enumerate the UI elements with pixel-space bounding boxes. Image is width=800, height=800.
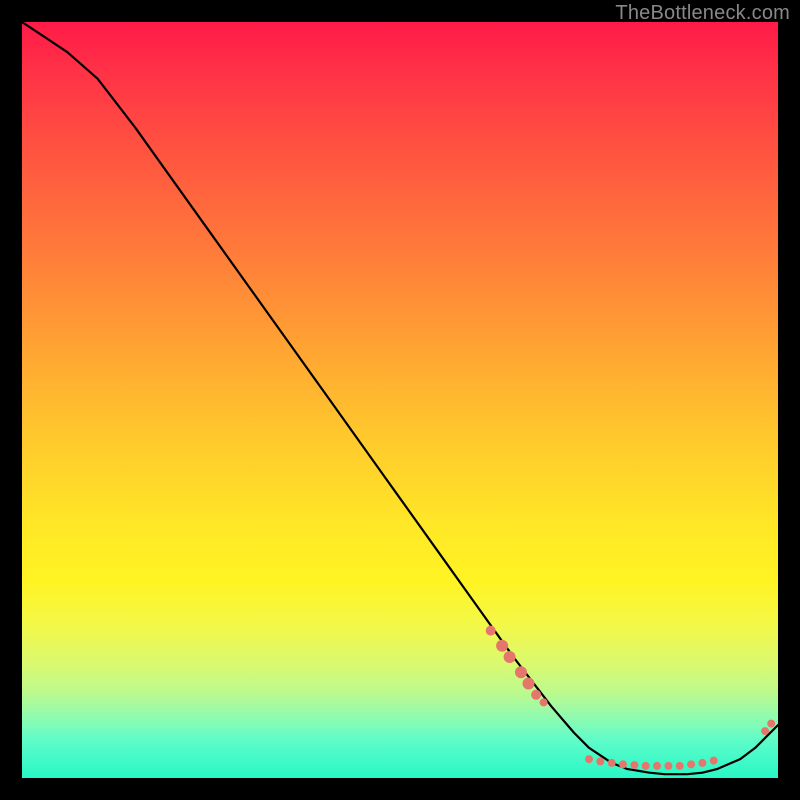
scatter-point — [515, 666, 527, 678]
scatter-point — [698, 759, 706, 767]
scatter-point — [653, 762, 661, 770]
scatter-point — [504, 651, 516, 663]
scatter-point — [608, 759, 616, 767]
chart-svg — [22, 22, 778, 778]
scatter-point — [642, 762, 650, 770]
scatter-point — [531, 690, 541, 700]
scatter-point — [496, 640, 508, 652]
scatter-point — [630, 761, 638, 769]
scatter-point — [676, 762, 684, 770]
chart-curve — [22, 22, 778, 774]
scatter-point — [664, 762, 672, 770]
chart-scatter-dots — [486, 626, 776, 770]
scatter-point — [761, 727, 769, 735]
watermark-text: TheBottleneck.com — [615, 2, 790, 25]
scatter-point — [486, 626, 496, 636]
scatter-point — [540, 698, 548, 706]
scatter-point — [710, 757, 718, 765]
scatter-point — [523, 678, 535, 690]
scatter-point — [619, 760, 627, 768]
chart-plot-area — [22, 22, 778, 778]
scatter-point — [585, 755, 593, 763]
scatter-point — [687, 760, 695, 768]
scatter-point — [596, 757, 604, 765]
scatter-point — [767, 720, 775, 728]
